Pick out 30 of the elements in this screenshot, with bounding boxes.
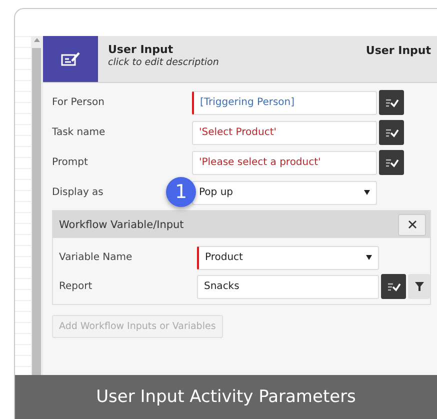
description-link[interactable]: click to edit description bbox=[108, 57, 366, 68]
filter-button[interactable] bbox=[408, 274, 430, 299]
list-check-icon bbox=[386, 282, 400, 292]
dropdown[interactable]: Product bbox=[197, 246, 379, 270]
close-button[interactable] bbox=[398, 214, 426, 236]
scrollbar[interactable] bbox=[30, 36, 43, 375]
list-check-icon bbox=[384, 128, 398, 138]
field-label: Prompt bbox=[52, 157, 88, 168]
panel-title: Workflow Variable/Input bbox=[59, 218, 184, 230]
list-check-icon bbox=[384, 158, 398, 168]
field-label: Variable Name bbox=[59, 252, 132, 263]
filter-icon bbox=[414, 282, 424, 291]
activity-title: User Input bbox=[108, 43, 174, 56]
picker-button[interactable] bbox=[381, 274, 406, 299]
close-icon bbox=[408, 220, 416, 229]
field-label: Report bbox=[59, 281, 92, 292]
input-field[interactable]: 'Select Product' bbox=[192, 120, 377, 144]
input-field[interactable]: Snacks bbox=[197, 274, 379, 298]
field-label: Display as bbox=[52, 187, 104, 198]
input-field[interactable]: 'Please select a product' bbox=[192, 150, 377, 174]
activity-type: User Input bbox=[366, 43, 432, 59]
field-label: Task name bbox=[52, 127, 106, 138]
list-check-icon bbox=[384, 98, 398, 108]
dropdown[interactable]: Pop up bbox=[192, 180, 377, 204]
caption-bar: User Input Activity Parameters bbox=[15, 375, 437, 419]
input-field[interactable]: [Triggering Person] bbox=[192, 90, 377, 114]
field-label: For Person bbox=[52, 97, 104, 108]
picker-button[interactable] bbox=[379, 120, 404, 145]
picker-button[interactable] bbox=[379, 90, 404, 115]
picker-button[interactable] bbox=[379, 150, 404, 175]
